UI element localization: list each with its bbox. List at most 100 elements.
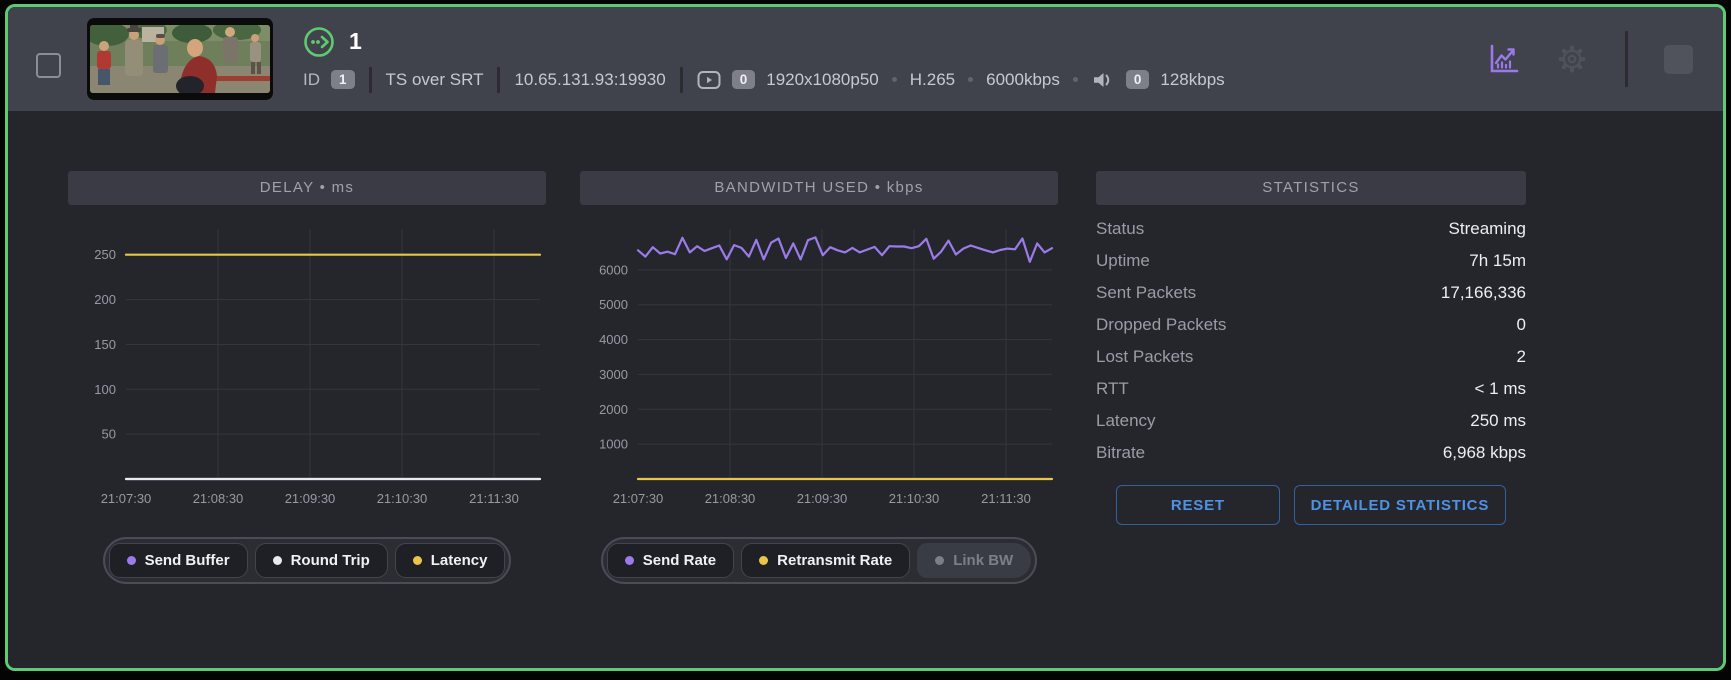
stop-button[interactable] xyxy=(1660,41,1697,78)
dot-separator xyxy=(1073,77,1078,82)
svg-text:21:08:30: 21:08:30 xyxy=(193,491,244,506)
svg-text:4000: 4000 xyxy=(599,332,628,347)
stat-label: Bitrate xyxy=(1096,443,1145,463)
delay-panel: DELAY • ms 5010015020025021:07:3021:08:3… xyxy=(68,171,546,584)
legend-item-round-trip[interactable]: Round Trip xyxy=(255,543,388,578)
svg-text:21:09:30: 21:09:30 xyxy=(285,491,336,506)
svg-text:5000: 5000 xyxy=(599,297,628,312)
svg-text:21:10:30: 21:10:30 xyxy=(377,491,428,506)
svg-text:21:11:30: 21:11:30 xyxy=(469,491,519,506)
stat-row: Dropped Packets 0 xyxy=(1096,309,1526,341)
legend-label: Retransmit Rate xyxy=(777,552,892,569)
statistics-rows: StatusStreaming Uptime 7h 15m Sent Packets 1… xyxy=(1096,213,1526,469)
svg-text:1000: 1000 xyxy=(599,437,628,452)
stat-label: Sent Packets xyxy=(1096,283,1196,303)
streaming-status-icon xyxy=(303,26,335,58)
delay-legend: Send Buffer Round Trip Latency xyxy=(68,537,546,584)
stat-label: Latency xyxy=(1096,411,1156,431)
statistics-toggle-button[interactable] xyxy=(1481,36,1527,82)
legend-item-latency[interactable]: Latency xyxy=(395,543,506,578)
svg-text:3000: 3000 xyxy=(599,367,628,382)
stat-value: 7h 15m xyxy=(1469,251,1526,271)
legend-item-retransmit-rate[interactable]: Retransmit Rate xyxy=(741,543,910,578)
statistics-panel-title: STATISTICS xyxy=(1096,171,1526,205)
legend-dot xyxy=(127,556,136,565)
legend-label: Send Buffer xyxy=(145,552,230,569)
legend-label: Link BW xyxy=(953,552,1013,569)
stream-details: DELAY • ms 5010015020025021:07:3021:08:3… xyxy=(8,111,1723,671)
stat-row: StatusStreaming xyxy=(1096,213,1526,245)
stat-value: 0 xyxy=(1517,315,1526,335)
legend-label: Send Rate xyxy=(643,552,716,569)
stat-value: 2 xyxy=(1517,347,1526,367)
svg-text:250: 250 xyxy=(94,247,116,262)
stream-card: 1 ID 1 TS over SRT 10.65.131.93:19930 0 … xyxy=(5,4,1726,671)
resolution-label: 1920x1080p50 xyxy=(766,70,879,90)
gear-icon xyxy=(1555,42,1589,76)
svg-text:21:07:30: 21:07:30 xyxy=(101,491,152,506)
stat-row: Bitrate 6,968 kbps xyxy=(1096,437,1526,469)
stat-label: RTT xyxy=(1096,379,1129,399)
svg-text:150: 150 xyxy=(94,337,116,352)
svg-text:21:10:30: 21:10:30 xyxy=(889,491,940,506)
legend-label: Round Trip xyxy=(291,552,370,569)
stat-value: 6,968 kbps xyxy=(1443,443,1526,463)
chart-icon xyxy=(1485,40,1523,78)
detailed-statistics-button[interactable]: DETAILED STATISTICS xyxy=(1294,485,1506,525)
stream-info: 1 ID 1 TS over SRT 10.65.131.93:19930 0 … xyxy=(303,26,1225,93)
statistics-buttons: RESET DETAILED STATISTICS xyxy=(1096,485,1526,525)
stat-value: Streaming xyxy=(1449,219,1526,239)
reset-button[interactable]: RESET xyxy=(1116,485,1280,525)
stat-value: 17,166,336 xyxy=(1441,283,1526,303)
legend-item-send-rate[interactable]: Send Rate xyxy=(607,543,734,578)
stat-label: Lost Packets xyxy=(1096,347,1193,367)
stat-row: Uptime 7h 15m xyxy=(1096,245,1526,277)
id-label: ID xyxy=(303,70,320,90)
legend-dot xyxy=(273,556,282,565)
delay-panel-title: DELAY • ms xyxy=(68,171,546,205)
legend-pill: Send Rate Retransmit Rate Link BW xyxy=(601,537,1037,584)
svg-text:21:07:30: 21:07:30 xyxy=(613,491,664,506)
stat-row: Sent Packets 17,166,336 xyxy=(1096,277,1526,309)
video-thumbnail xyxy=(87,18,273,100)
svg-text:21:08:30: 21:08:30 xyxy=(705,491,756,506)
svg-text:6000: 6000 xyxy=(599,262,628,277)
legend-pill: Send Buffer Round Trip Latency xyxy=(103,537,512,584)
stat-row: Lost Packets 2 xyxy=(1096,341,1526,373)
stat-label: Uptime xyxy=(1096,251,1150,271)
separator xyxy=(369,67,372,93)
stat-value: 250 ms xyxy=(1470,411,1526,431)
svg-text:21:09:30: 21:09:30 xyxy=(797,491,848,506)
legend-dot xyxy=(935,556,944,565)
legend-item-send-buffer[interactable]: Send Buffer xyxy=(109,543,248,578)
codec-label: H.265 xyxy=(910,70,955,90)
stream-header-bar: 1 ID 1 TS over SRT 10.65.131.93:19930 0 … xyxy=(8,7,1723,111)
dot-separator xyxy=(892,77,897,82)
bandwidth-panel-title: BANDWIDTH USED • kbps xyxy=(580,171,1058,205)
audio-bitrate-label: 128kbps xyxy=(1160,70,1224,90)
video-icon xyxy=(697,70,721,90)
separator xyxy=(680,67,683,93)
statistics-panel: STATISTICS StatusStreaming Uptime 7h 15m Se… xyxy=(1096,171,1526,525)
svg-text:100: 100 xyxy=(94,382,116,397)
stat-row: RTT < 1 ms xyxy=(1096,373,1526,405)
separator xyxy=(497,67,500,93)
id-badge: 1 xyxy=(331,70,355,89)
legend-item-link-bw[interactable]: Link BW xyxy=(917,543,1031,578)
video-track-badge: 0 xyxy=(732,70,756,89)
legend-dot xyxy=(413,556,422,565)
bandwidth-panel: BANDWIDTH USED • kbps 1000 2000 3000 4000 50… xyxy=(580,171,1058,584)
video-bitrate-label: 6000kbps xyxy=(986,70,1060,90)
bandwidth-legend: Send Rate Retransmit Rate Link BW xyxy=(580,537,1058,584)
svg-text:2000: 2000 xyxy=(599,402,628,417)
stat-row: Latency 250 ms xyxy=(1096,405,1526,437)
dot-separator xyxy=(968,77,973,82)
stat-label: Dropped Packets xyxy=(1096,315,1226,335)
stream-title: 1 xyxy=(349,28,362,55)
svg-text:21:11:30: 21:11:30 xyxy=(981,491,1031,506)
stat-value: < 1 ms xyxy=(1475,379,1527,399)
settings-button[interactable] xyxy=(1551,38,1593,80)
bandwidth-chart: 1000 2000 3000 4000 5000 6000 21:07:30 21:08:30… xyxy=(580,213,1058,525)
select-stream-checkbox[interactable] xyxy=(36,53,61,78)
legend-dot xyxy=(625,556,634,565)
